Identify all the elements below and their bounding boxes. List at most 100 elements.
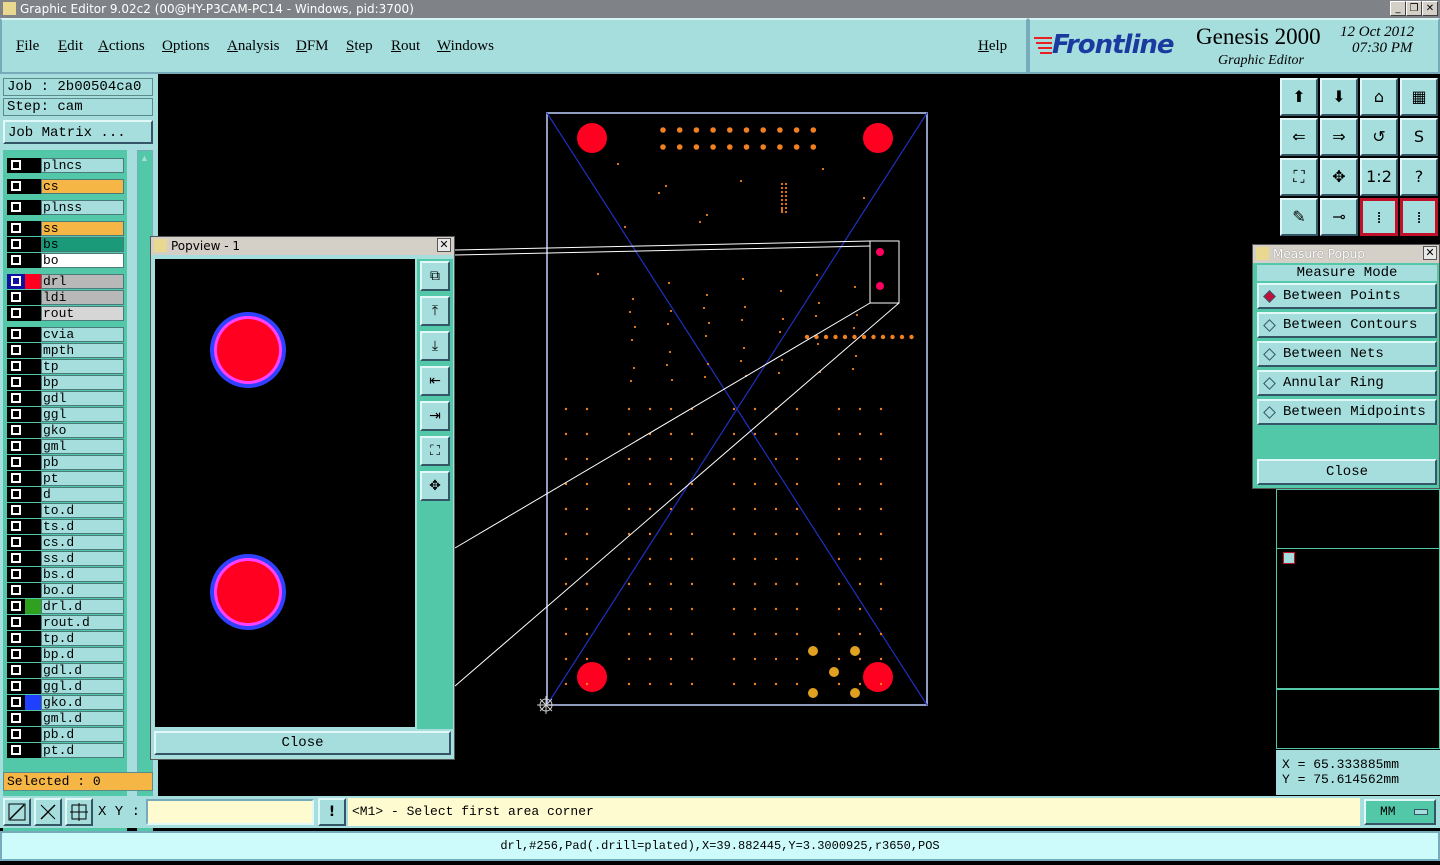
mini-layer-icon[interactable] [1283, 552, 1295, 564]
zoom-fit-icon[interactable] [3, 798, 31, 826]
layer-name[interactable]: plncs [41, 158, 124, 173]
popview-close-icon[interactable]: ✕ [437, 238, 451, 252]
layer-checkbox[interactable] [7, 306, 25, 321]
layer-row[interactable]: bo [7, 253, 124, 268]
layer-row[interactable]: ss.d [7, 551, 124, 566]
layer-name[interactable]: bo.d [41, 583, 124, 598]
layer-checkbox[interactable] [7, 647, 25, 662]
zoom-out-icon[interactable]: ⇒ [1320, 118, 1358, 156]
layer-checkbox[interactable] [7, 274, 25, 289]
layer-name[interactable]: bp [41, 375, 124, 390]
layer-name[interactable]: tp [41, 359, 124, 374]
layer-name[interactable]: gml [41, 439, 124, 454]
layer-row[interactable]: mpth [7, 343, 124, 358]
save-icon[interactable]: ⬇ [1320, 78, 1358, 116]
popview-left-icon[interactable]: ⇤ [420, 366, 450, 396]
window-icon[interactable]: ▦ [1400, 78, 1438, 116]
layer-name[interactable]: plnss [41, 200, 124, 215]
layer-row[interactable]: bo.d [7, 583, 124, 598]
zoom-fit-icon[interactable]: ⛶ [1280, 158, 1318, 196]
tool-icon[interactable]: ✎ [1280, 198, 1318, 236]
layer-row[interactable]: gdl [7, 391, 124, 406]
mirror-icon[interactable]: S [1400, 118, 1438, 156]
layer-name[interactable]: ss [41, 221, 124, 236]
probe-icon[interactable]: ⊸ [1320, 198, 1358, 236]
layer-row[interactable]: cs [7, 179, 124, 194]
pan-icon[interactable]: ✥ [1320, 158, 1358, 196]
layer-row[interactable]: drl.d [7, 599, 124, 614]
layer-row[interactable]: ggl [7, 407, 124, 422]
units-dropdown[interactable]: MM [1364, 799, 1436, 825]
layer-checkbox[interactable] [7, 631, 25, 646]
layer-row[interactable]: pb [7, 455, 124, 470]
layer-compare-icon[interactable]: ⁞ [1360, 198, 1398, 236]
layer-name[interactable]: gdl.d [41, 663, 124, 678]
layer-name[interactable]: ldi [41, 290, 124, 305]
popview-zoom-out-icon[interactable]: ✥ [420, 471, 450, 501]
xy-input[interactable] [146, 799, 314, 825]
measure-close-icon[interactable]: ✕ [1423, 246, 1437, 260]
layer-name[interactable]: rout.d [41, 615, 124, 630]
menu-file[interactable]: File [16, 38, 39, 55]
layer-checkbox[interactable] [7, 221, 25, 236]
layer-name[interactable]: cs.d [41, 535, 124, 550]
layer-name[interactable]: drl.d [41, 599, 124, 614]
layer-name[interactable]: cvia [41, 327, 124, 342]
layer-name[interactable]: bs.d [41, 567, 124, 582]
layer-checkbox[interactable] [7, 679, 25, 694]
layer-name[interactable]: d [41, 487, 124, 502]
snap-icon[interactable] [34, 798, 62, 826]
layer-checkbox[interactable] [7, 407, 25, 422]
layer-checkbox[interactable] [7, 535, 25, 550]
layer-row[interactable]: to.d [7, 503, 124, 518]
home-icon[interactable]: ⌂ [1360, 78, 1398, 116]
layer-row[interactable]: gko [7, 423, 124, 438]
layer-checkbox[interactable] [7, 695, 25, 710]
menu-edit[interactable]: Edit [58, 38, 83, 55]
measure-option[interactable]: Between Nets [1257, 341, 1437, 367]
layer-row[interactable]: ss [7, 221, 124, 236]
layer-row[interactable]: pt [7, 471, 124, 486]
layer-checkbox[interactable] [7, 179, 25, 194]
layer-checkbox[interactable] [7, 327, 25, 342]
restore-icon[interactable]: ❐ [1406, 1, 1422, 16]
net-icon[interactable]: ⁞ [1400, 198, 1438, 236]
rotate-icon[interactable]: ↺ [1360, 118, 1398, 156]
layer-row[interactable]: bs.d [7, 567, 124, 582]
layer-checkbox[interactable] [7, 583, 25, 598]
layer-checkbox[interactable] [7, 615, 25, 630]
layer-checkbox[interactable] [7, 727, 25, 742]
layer-checkbox[interactable] [7, 471, 25, 486]
layer-row[interactable]: ggl.d [7, 679, 124, 694]
layer-name[interactable]: gdl [41, 391, 124, 406]
layer-name[interactable]: drl [41, 274, 124, 289]
popview-close-button[interactable]: Close [154, 731, 451, 755]
layer-name[interactable]: pt.d [41, 743, 124, 758]
layer-checkbox[interactable] [7, 519, 25, 534]
layer-checkbox[interactable] [7, 375, 25, 390]
minimize-icon[interactable]: _ [1390, 1, 1406, 16]
layer-name[interactable]: cs [41, 179, 124, 194]
menu-step[interactable]: Step [346, 38, 373, 55]
popview-canvas[interactable] [155, 259, 415, 727]
layer-checkbox[interactable] [7, 359, 25, 374]
layer-row[interactable]: tp.d [7, 631, 124, 646]
layer-name[interactable]: ggl.d [41, 679, 124, 694]
popview-fit-icon[interactable]: ⧉ [420, 261, 450, 291]
layer-row[interactable]: bp.d [7, 647, 124, 662]
layer-checkbox[interactable] [7, 423, 25, 438]
layer-row[interactable]: plnss [7, 200, 124, 215]
menu-dfm[interactable]: DFM [296, 38, 329, 55]
layer-checkbox[interactable] [7, 711, 25, 726]
grid-icon[interactable] [65, 798, 93, 826]
measure-option[interactable]: Between Midpoints [1257, 399, 1437, 425]
menu-options[interactable]: Options [162, 38, 210, 55]
measure-option[interactable]: Between Points [1257, 283, 1437, 309]
layer-name[interactable]: bo [41, 253, 124, 268]
layer-row[interactable]: rout [7, 306, 124, 321]
layer-checkbox[interactable] [7, 455, 25, 470]
layer-row[interactable]: ldi [7, 290, 124, 305]
layer-row[interactable]: gml [7, 439, 124, 454]
close-window-icon[interactable]: ✕ [1422, 1, 1438, 16]
layer-name[interactable]: to.d [41, 503, 124, 518]
